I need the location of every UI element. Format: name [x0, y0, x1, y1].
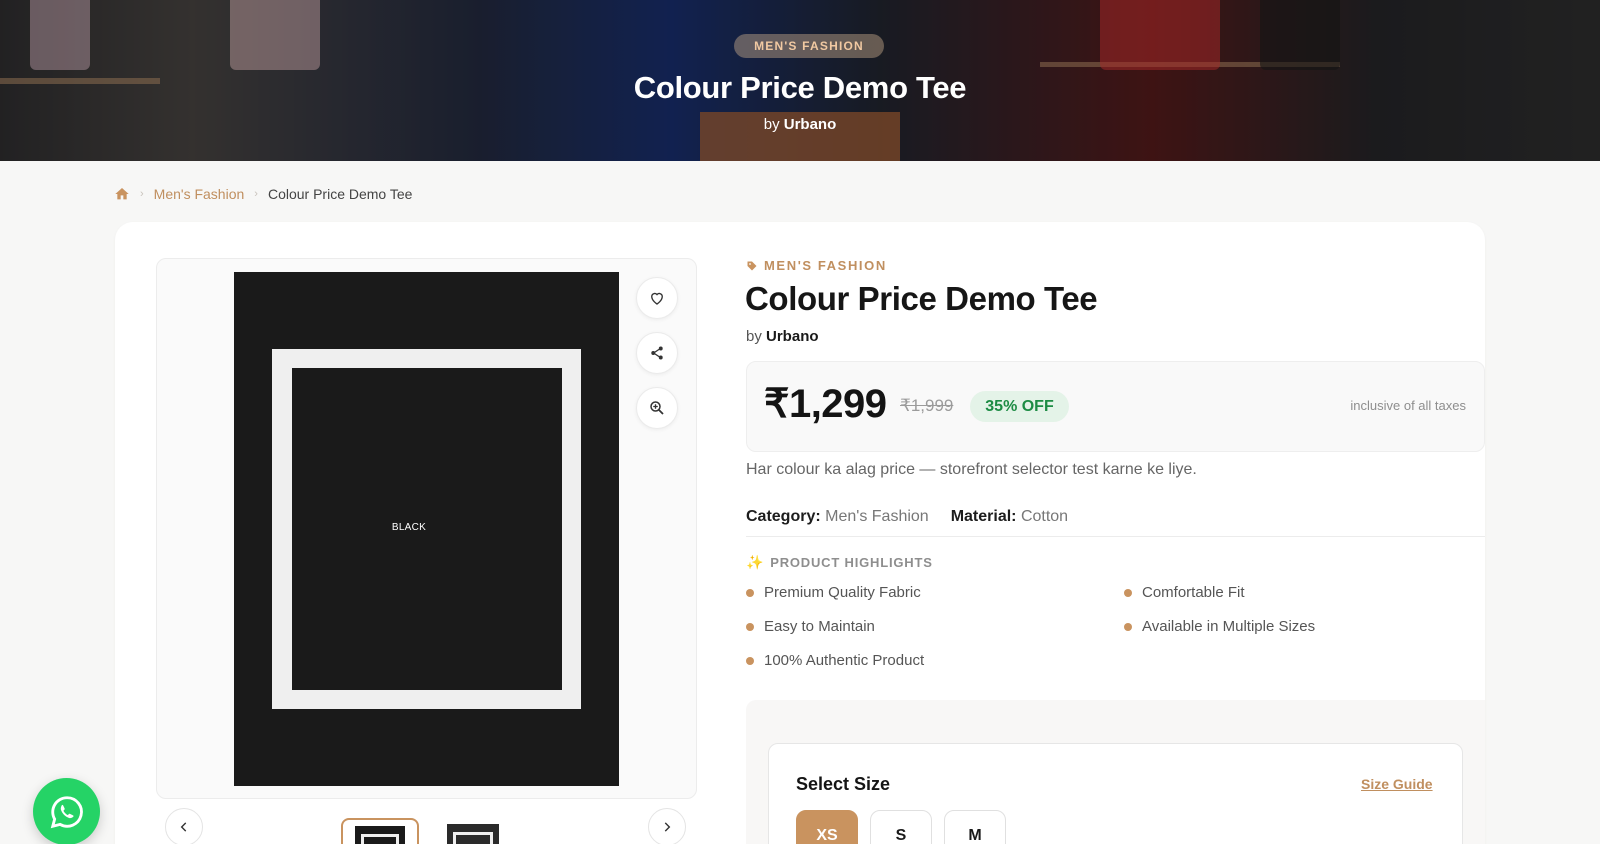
highlights-heading: ✨ PRODUCT HIGHLIGHTS [746, 554, 933, 571]
meta-material-value: Cotton [1020, 508, 1069, 525]
highlight-item: 100% Authentic Product [746, 652, 924, 669]
product-category-tag[interactable]: MEN'S FASHION [746, 258, 887, 273]
product-main-image[interactable]: BLACK [234, 272, 619, 786]
highlight-text: Comfortable Fit [1142, 584, 1245, 601]
gallery-next-button[interactable] [648, 808, 686, 844]
product-byline: by Urbano [746, 328, 819, 345]
sparkle-icon: ✨ [746, 554, 765, 570]
gallery-prev-button[interactable] [165, 808, 203, 844]
highlight-item: Premium Quality Fabric [746, 584, 921, 601]
tag-icon [747, 261, 757, 270]
wishlist-button[interactable] [636, 277, 678, 319]
highlight-text: Easy to Maintain [764, 618, 875, 635]
bullet-dot [746, 656, 754, 665]
divider [746, 536, 1485, 537]
meta-category-label: Category: [746, 508, 821, 525]
size-option-m[interactable]: M [944, 810, 1006, 844]
breadcrumb-item-mens-fashion[interactable]: Men's Fashion [154, 186, 245, 202]
meta-material: Material: Cotton [951, 508, 1068, 526]
product-category-label: MEN'S FASHION [764, 258, 887, 273]
meta-material-label: Material: [950, 508, 1017, 525]
zoom-button[interactable] [636, 387, 678, 429]
size-selector-title: Select Size [796, 774, 891, 794]
highlight-text: Available in Multiple Sizes [1142, 618, 1316, 635]
highlight-item: Available in Multiple Sizes [1124, 618, 1315, 635]
gallery-thumbnail-1[interactable] [341, 818, 419, 844]
whatsapp-button[interactable] [33, 778, 100, 844]
breadcrumb: › Men's Fashion › Colour Price Demo Tee [114, 184, 412, 204]
highlight-text: Premium Quality Fabric [764, 584, 921, 601]
hero-byline: by Urbano [0, 116, 1600, 133]
zoom-in-icon [650, 401, 664, 415]
meta-category-value: Men's Fashion [825, 508, 929, 525]
hero-category-tag: MEN'S FASHION [734, 34, 884, 58]
tax-note: inclusive of all taxes [1350, 398, 1466, 413]
breadcrumb-separator: › [140, 188, 144, 200]
size-option-s[interactable]: S [870, 810, 932, 844]
hero-brand[interactable]: Urbano [784, 116, 837, 133]
hero-title: Colour Price Demo Tee [633, 70, 967, 105]
home-icon[interactable] [114, 186, 130, 202]
chevron-left-icon [180, 822, 187, 832]
product-brand-link[interactable]: Urbano [766, 328, 819, 345]
breadcrumb-separator: › [254, 188, 258, 200]
bullet-dot [746, 588, 754, 597]
meta-category: Category: Men's Fashion [746, 508, 929, 526]
highlight-item: Comfortable Fit [1124, 584, 1245, 601]
size-guide-link[interactable]: Size Guide [1361, 776, 1433, 792]
price-mrp: ₹1,999 [900, 396, 954, 415]
bullet-dot [1124, 588, 1132, 597]
heart-icon [651, 292, 663, 305]
price-current: ₹1,299 [764, 382, 887, 426]
highlight-item: Easy to Maintain [746, 618, 875, 635]
product-description: Har colour ka alag price — storefront se… [746, 461, 1197, 478]
gallery-thumbnail-2[interactable] [444, 818, 522, 844]
breadcrumb-item-current: Colour Price Demo Tee [267, 186, 413, 202]
product-by-prefix: by [746, 328, 762, 345]
discount-badge: 35% OFF [970, 391, 1069, 422]
hero-by-prefix: by [763, 116, 780, 133]
bullet-dot [1124, 622, 1132, 631]
chevron-right-icon [664, 822, 671, 832]
bullet-dot [746, 622, 754, 631]
product-title: Colour Price Demo Tee [745, 280, 1098, 317]
share-button[interactable] [636, 332, 678, 374]
image-color-label: BLACK [391, 522, 427, 533]
size-option-xs[interactable]: XS [796, 810, 858, 844]
product-meta: Category: Men's Fashion Material: Cotton [746, 508, 1068, 526]
highlight-text: 100% Authentic Product [764, 652, 925, 669]
hero-banner: MEN'S FASHION Colour Price Demo Tee by U… [0, 0, 1600, 161]
highlights-title: PRODUCT HIGHLIGHTS [770, 555, 933, 570]
whatsapp-icon [50, 795, 83, 828]
share-icon [651, 346, 663, 360]
